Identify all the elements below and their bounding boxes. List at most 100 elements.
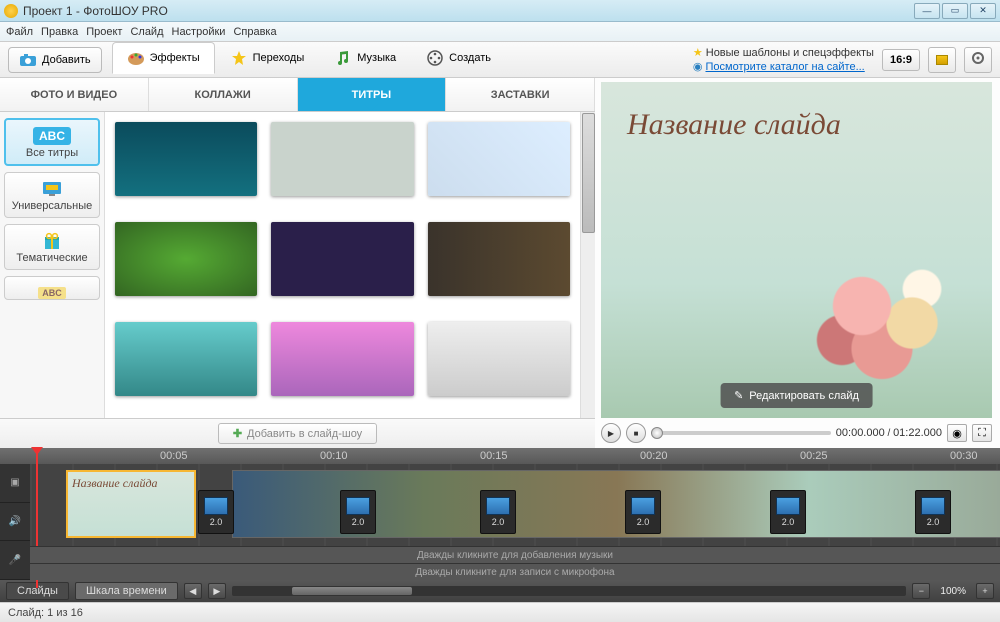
scroll-left-button[interactable]: ◀ — [184, 583, 202, 599]
abc-small-icon: ABC — [7, 282, 97, 300]
transition-marker[interactable]: 2.0 — [915, 490, 951, 534]
side-thematic[interactable]: Тематические — [4, 224, 100, 270]
ruler-mark: 00:25 — [800, 450, 828, 462]
title-thumb[interactable] — [271, 222, 413, 296]
ruler-mark: 00:15 — [480, 450, 508, 462]
play-button[interactable]: ▶ — [601, 423, 621, 443]
title-thumb[interactable] — [271, 122, 413, 196]
edit-slide-button[interactable]: ✎ Редактировать слайд — [720, 383, 873, 408]
music-track-placeholder[interactable]: Дважды кликните для добавления музыки — [30, 546, 1000, 563]
monitor-icon — [7, 178, 97, 200]
side-all-titles[interactable]: ABC Все титры — [4, 118, 100, 166]
menu-edit[interactable]: Правка — [41, 26, 78, 38]
transition-marker[interactable]: 2.0 — [480, 490, 516, 534]
promo-templates: ★Новые шаблоны и спецэффекты — [693, 46, 874, 59]
audio-track-icon[interactable]: 🔊 — [0, 503, 30, 542]
cat-photo-video[interactable]: ФОТО И ВИДЕО — [0, 78, 149, 111]
gallery-footer: ✚ Добавить в слайд-шоу — [0, 418, 595, 448]
seek-knob[interactable] — [651, 427, 663, 439]
title-thumb[interactable] — [428, 122, 570, 196]
transition-chip-icon — [346, 497, 370, 515]
snapshot-button[interactable]: ◉ — [947, 424, 967, 442]
settings-button[interactable] — [964, 47, 992, 73]
window-title: Проект 1 - ФотоШОУ PRO — [23, 4, 912, 18]
aspect-ratio-button[interactable]: 16:9 — [882, 49, 920, 71]
title-thumb[interactable] — [115, 122, 257, 196]
seek-bar[interactable] — [651, 431, 831, 435]
add-to-slideshow-button[interactable]: ✚ Добавить в слайд-шоу — [218, 423, 377, 444]
main-toolbar: Добавить Эффекты Переходы Музыка Создать… — [0, 42, 1000, 78]
scroll-right-button[interactable]: ▶ — [208, 583, 226, 599]
side-universal[interactable]: Универсальные — [4, 172, 100, 218]
transition-marker[interactable]: 2.0 — [340, 490, 376, 534]
preview-slide-title: Название слайда — [627, 108, 841, 142]
side-extra[interactable]: ABC — [4, 276, 100, 300]
playhead-handle[interactable] — [31, 447, 43, 461]
title-thumb[interactable] — [271, 322, 413, 396]
transition-marker[interactable]: 2.0 — [625, 490, 661, 534]
clip-title-text: Название слайда — [68, 472, 194, 495]
ruler-mark: 00:10 — [320, 450, 348, 462]
menu-help[interactable]: Справка — [233, 26, 276, 38]
menu-file[interactable]: Файл — [6, 26, 33, 38]
title-thumb[interactable] — [428, 222, 570, 296]
add-button[interactable]: Добавить — [8, 47, 102, 73]
cat-splash[interactable]: ЗАСТАВКИ — [446, 78, 595, 111]
zoom-out-button[interactable]: − — [912, 583, 930, 599]
tab-music-label: Музыка — [357, 52, 396, 64]
left-panel: ФОТО И ВИДЕО КОЛЛАЖИ ТИТРЫ ЗАСТАВКИ ABC … — [0, 78, 595, 448]
scrollbar-thumb[interactable] — [582, 113, 595, 233]
tab-effects-label: Эффекты — [150, 52, 200, 64]
fullscreen-button[interactable]: ⛶ — [972, 424, 992, 442]
playback-controls: ▶ ■ 00:00.000 / 01:22.000 ◉ ⛶ — [601, 422, 992, 444]
title-thumb[interactable] — [428, 322, 570, 396]
title-thumb[interactable] — [115, 222, 257, 296]
menu-slide[interactable]: Слайд — [130, 26, 163, 38]
tab-effects[interactable]: Эффекты — [112, 42, 215, 74]
edit-slide-label: Редактировать слайд — [749, 390, 859, 402]
transition-marker[interactable]: 2.0 — [198, 490, 234, 534]
transition-marker[interactable]: 2.0 — [770, 490, 806, 534]
cat-collages[interactable]: КОЛЛАЖИ — [149, 78, 298, 111]
title-gallery — [105, 112, 580, 418]
pencil-icon: ✎ — [734, 389, 743, 402]
stop-button[interactable]: ■ — [626, 423, 646, 443]
ruler-mark: 00:05 — [160, 450, 188, 462]
track-area[interactable]: Название слайда 2.0 2.0 2.0 2.0 2.0 2.0 … — [30, 464, 1000, 580]
gallery-row: ABC Все титры Универсальные Тематические… — [0, 112, 595, 418]
tab-music[interactable]: Музыка — [319, 42, 411, 74]
menu-project[interactable]: Проект — [86, 26, 122, 38]
transition-chip-icon — [204, 497, 228, 515]
screen-button[interactable] — [928, 47, 956, 73]
menu-settings[interactable]: Настройки — [172, 26, 226, 38]
tab-create[interactable]: Создать — [411, 42, 506, 74]
view-timeline-tab[interactable]: Шкала времени — [75, 582, 178, 600]
title-thumb[interactable] — [115, 322, 257, 396]
timeline-clip-selected[interactable]: Название слайда — [66, 470, 196, 538]
gallery-scrollbar[interactable] — [580, 112, 595, 418]
ruler-mark: 00:20 — [640, 450, 668, 462]
mic-track-icon[interactable]: 🎤 — [0, 541, 30, 580]
minimize-button[interactable]: — — [914, 3, 940, 19]
close-button[interactable]: ✕ — [970, 3, 996, 19]
ruler-mark: 00:30 — [950, 450, 978, 462]
tab-create-label: Создать — [449, 52, 491, 64]
monitor-icon — [936, 55, 948, 65]
promo-catalog-link[interactable]: ◉Посмотрите каталог на сайте... — [693, 60, 874, 73]
preview-area[interactable]: Название слайда ✎ Редактировать слайд — [601, 82, 992, 418]
transition-chip-icon — [631, 497, 655, 515]
tab-transitions[interactable]: Переходы — [215, 42, 320, 74]
timeline-h-scrollbar[interactable] — [232, 586, 907, 596]
side-all-label: Все титры — [8, 147, 96, 159]
timeline-ruler[interactable]: 00:05 00:10 00:15 00:20 00:25 00:30 — [0, 448, 1000, 464]
maximize-button[interactable]: ▭ — [942, 3, 968, 19]
cat-titles[interactable]: ТИТРЫ — [298, 78, 447, 111]
video-track-icon[interactable]: ▣ — [0, 464, 30, 503]
h-scrollbar-thumb[interactable] — [292, 587, 412, 595]
side-thematic-label: Тематические — [7, 252, 97, 264]
mic-track-placeholder[interactable]: Дважды кликните для записи с микрофона — [30, 563, 1000, 580]
category-tabs: ФОТО И ВИДЕО КОЛЛАЖИ ТИТРЫ ЗАСТАВКИ — [0, 78, 595, 112]
abc-icon: ABC — [8, 125, 96, 147]
track-headers: ▣ 🔊 🎤 — [0, 464, 30, 580]
zoom-in-button[interactable]: + — [976, 583, 994, 599]
